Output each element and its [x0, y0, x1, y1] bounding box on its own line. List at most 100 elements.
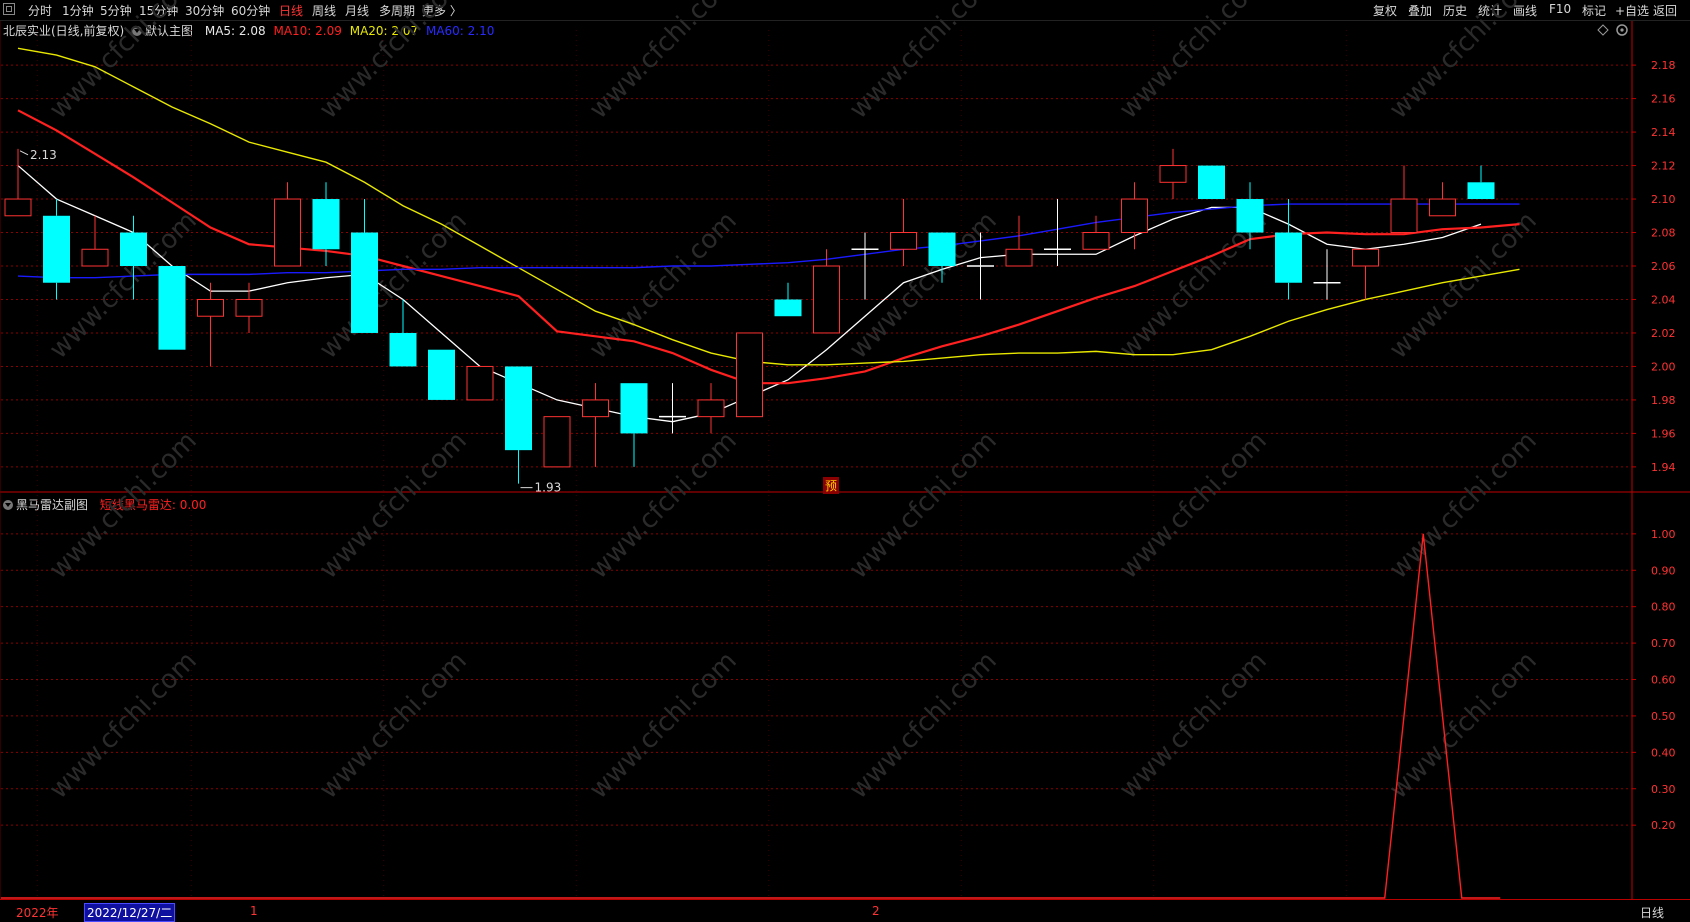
- watermark-text: www.cfchi.com: [314, 426, 473, 585]
- month-label-2: 2: [872, 904, 880, 918]
- candle: [158, 266, 186, 350]
- candle: [1198, 165, 1225, 200]
- candle-body-down: [158, 266, 186, 350]
- high-price-label: 2.13: [30, 148, 57, 162]
- candle-body-up: [274, 198, 301, 267]
- candle: [312, 182, 340, 266]
- candle-body-down: [43, 215, 70, 283]
- price-tick-label: 2.18: [1651, 59, 1676, 72]
- candle: [851, 232, 879, 300]
- candle-body-up: [890, 232, 917, 250]
- candle: [351, 199, 378, 333]
- candle: [1352, 248, 1379, 300]
- watermark-text: www.cfchi.com: [844, 0, 1003, 125]
- price-tick-label: 2.06: [1651, 260, 1676, 273]
- candle: [697, 383, 725, 434]
- period-indicator: 日线: [1640, 906, 1665, 920]
- indicator-tick-label: 0.20: [1651, 819, 1676, 832]
- forecast-badge-label: 预: [825, 479, 837, 493]
- watermark-text: www.cfchi.com: [584, 426, 743, 585]
- candle-body-down: [428, 349, 455, 400]
- watermark-text: www.cfchi.com: [44, 646, 203, 805]
- candle-body-down: [1467, 182, 1495, 200]
- candle: [43, 199, 70, 300]
- candle-body-down: [774, 299, 802, 317]
- watermark-text: www.cfchi.com: [314, 0, 473, 125]
- candle-body-down: [1275, 232, 1302, 283]
- year-label: 2022年: [16, 906, 59, 920]
- candle-body-up: [4, 198, 32, 217]
- price-tick-label: 2.02: [1651, 327, 1676, 340]
- chart-canvas[interactable]: www.cfchi.com www.cfchi.com www.cfchi.com w…: [0, 0, 1690, 921]
- candle: [428, 349, 455, 400]
- watermark-text: www.cfchi.com: [1114, 0, 1273, 125]
- price-tick-label: 2.00: [1651, 360, 1676, 373]
- indicator-tick-label: 0.40: [1651, 746, 1676, 759]
- price-tick-label: 2.14: [1651, 126, 1676, 139]
- candle-body-down: [505, 366, 532, 451]
- indicator-tick-label: 1.00: [1651, 528, 1676, 541]
- candle-body-down: [351, 232, 378, 333]
- price-tick-label: 2.10: [1651, 193, 1676, 206]
- candle-body-up: [1005, 248, 1033, 267]
- price-tick-label: 1.96: [1651, 427, 1676, 440]
- candle: [774, 282, 802, 317]
- candle-body-up: [582, 399, 609, 418]
- indicator-tick-label: 0.30: [1651, 783, 1676, 796]
- candle: [582, 383, 609, 467]
- watermark-text: www.cfchi.com: [1114, 646, 1273, 805]
- candle: [4, 148, 32, 217]
- candle: [813, 249, 840, 334]
- indicator-tick-label: 0.80: [1651, 601, 1676, 614]
- candle: [1275, 199, 1302, 300]
- candle-body-down: [928, 232, 956, 266]
- price-tick-label: 1.94: [1651, 461, 1676, 474]
- candle: [1429, 182, 1456, 217]
- diamond-icon[interactable]: [1597, 24, 1609, 36]
- candle-body-down: [1198, 165, 1225, 200]
- watermark-text: www.cfchi.com: [584, 646, 743, 805]
- indicator-tick-label: 0.70: [1651, 637, 1676, 650]
- candle: [505, 366, 532, 484]
- candle: [736, 332, 763, 418]
- candle-body-up: [1121, 198, 1148, 234]
- watermark-text: www.cfchi.com: [1384, 646, 1543, 805]
- watermark-text: www.cfchi.com: [844, 206, 1003, 365]
- high-arrow: [19, 150, 29, 156]
- low-price-label: 1.93: [535, 481, 562, 495]
- watermark-text: www.cfchi.com: [584, 206, 743, 365]
- watermark-text: www.cfchi.com: [1384, 0, 1543, 125]
- watermark-text: www.cfchi.com: [314, 646, 473, 805]
- candle-body-up: [81, 248, 109, 267]
- candle: [274, 182, 301, 267]
- watermark-text: www.cfchi.com: [44, 0, 203, 125]
- candle: [890, 199, 917, 266]
- candle-body-down: [389, 332, 417, 367]
- price-tick-label: 1.98: [1651, 394, 1676, 407]
- candle-body-up: [197, 298, 224, 317]
- candle-body-up: [1082, 232, 1110, 250]
- candle-body-down: [312, 199, 340, 250]
- candle-body-down: [620, 383, 648, 434]
- watermark-text: www.cfchi.com: [1384, 426, 1543, 585]
- settings-icon[interactable]: [1616, 24, 1628, 36]
- candle: [81, 215, 109, 267]
- price-tick-label: 2.04: [1651, 293, 1676, 306]
- indicator-tick-label: 0.50: [1651, 710, 1676, 723]
- candle: [659, 383, 686, 434]
- watermark-text: www.cfchi.com: [584, 0, 743, 125]
- candle-body-up: [1159, 165, 1187, 183]
- price-tick-label: 2.16: [1651, 93, 1676, 106]
- candle: [466, 365, 494, 401]
- candle: [235, 282, 263, 333]
- watermark-text: www.cfchi.com: [844, 646, 1003, 805]
- price-tick-label: 2.12: [1651, 160, 1676, 173]
- candle: [389, 299, 417, 367]
- indicator-tick-label: 0.60: [1651, 674, 1676, 687]
- candle: [1390, 165, 1418, 234]
- candle: [1159, 148, 1187, 200]
- candle: [1313, 249, 1341, 300]
- candle: [1005, 215, 1033, 267]
- candle-body-up: [736, 332, 763, 418]
- price-tick-label: 2.08: [1651, 227, 1676, 240]
